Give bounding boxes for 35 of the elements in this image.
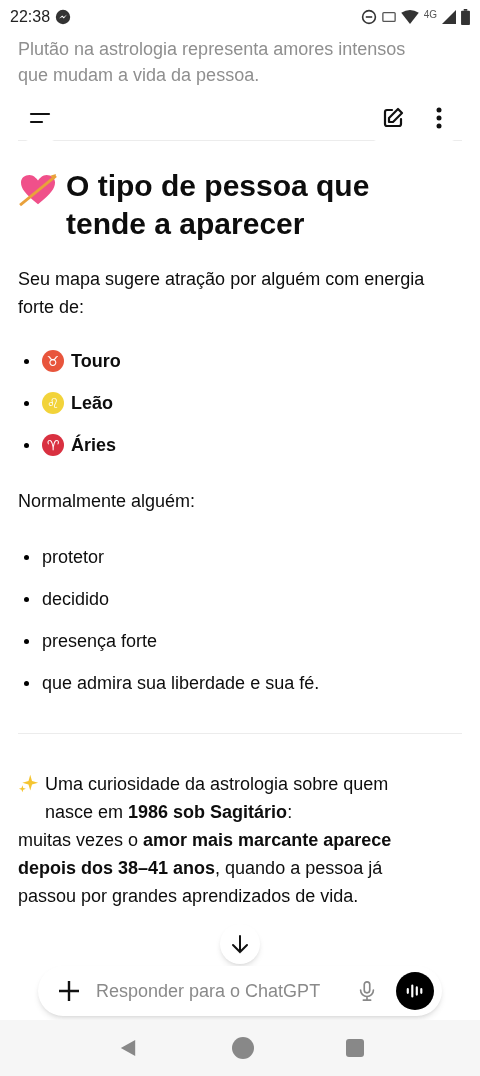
intro-text: Seu mapa sugere atração por alguém com energia forte de: [18,268,426,319]
scroll-down-button[interactable] [220,924,260,964]
trait-text: protetor [42,545,105,569]
network-type-text: 4G [423,7,437,22]
clock-text: 22:38 [10,7,51,27]
sign-label: Leão [71,391,113,415]
zodiac-sign-badge: ♈ [42,434,64,456]
add-button[interactable] [56,978,82,1004]
faded-message-text: Plutão na astrologia representa amores intensos que mudam a vida da pessoa. [18,38,407,87]
wifi-icon [400,10,419,24]
trait-text: presença forte [42,629,158,653]
waveform-icon [406,983,424,999]
back-icon [119,1038,137,1058]
traits-intro-text: Normalmente alguém: [18,490,197,513]
more-icon [435,107,442,129]
home-button[interactable] [232,1037,254,1059]
signal-icon [442,10,456,24]
plus-icon [57,979,81,1003]
messenger-icon [55,9,72,25]
do-not-disturb-icon [360,9,377,25]
sign-label: Áries [71,433,117,457]
voice-mode-button[interactable] [396,972,434,1010]
zodiac-sign-badge: ♉ [42,350,64,372]
zodiac-sign-badge: ♌ [42,392,64,414]
sparkles-icon [18,773,39,794]
sign-label: Touro [71,349,121,373]
message-field[interactable]: Responder para o ChatGPT [38,966,442,1016]
trait-text: decidido [42,587,110,611]
curiosity-text: muitas vezes o amor mais marcante aparece depois dos 38–41 anos, quando a pessoa já passou por grandes aprendizados de vida. [18,829,393,908]
battery-icon [461,9,470,25]
section-heading: O tipo de pessoa que tende a aparecer [66,168,371,242]
message-input[interactable]: Responder para o ChatGPT [96,977,352,1005]
curiosity-text: Uma curiosidade da astrologia sobre quem nasce em 1986 sob Sagitário: [45,773,390,824]
trait-text: que admira sua liberdade e sua fé. [42,671,320,695]
heart-arrow-icon [18,173,58,207]
